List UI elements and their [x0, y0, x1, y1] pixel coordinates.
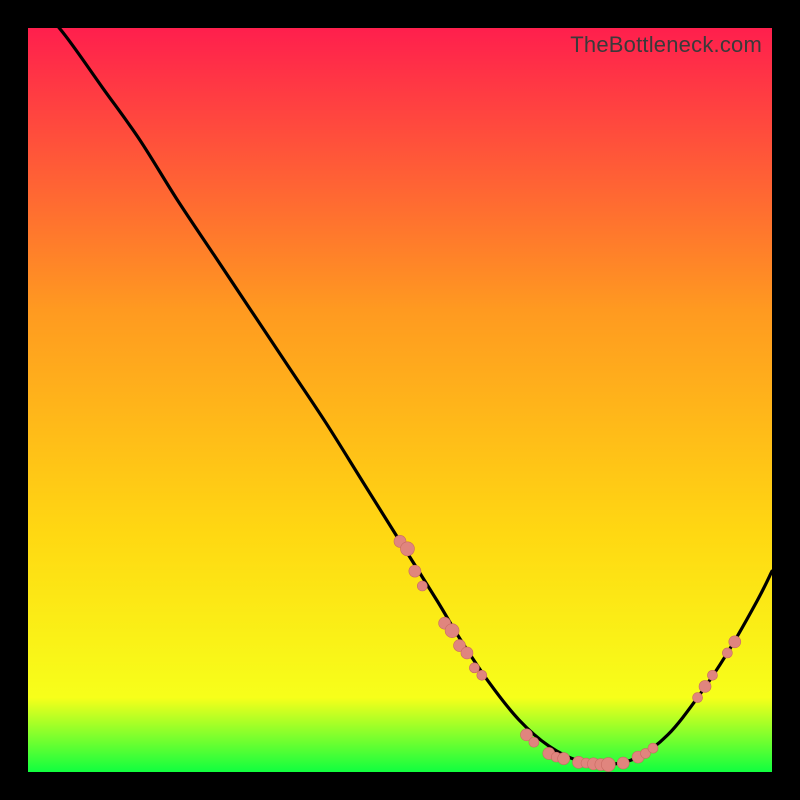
chart-outer-frame: TheBottleneck.com	[0, 0, 800, 800]
data-marker	[648, 743, 658, 753]
chart-plot-area: TheBottleneck.com	[28, 28, 772, 772]
data-marker	[529, 737, 539, 747]
data-marker	[445, 624, 459, 638]
data-marker	[469, 663, 479, 673]
data-marker	[617, 757, 629, 769]
chart-svg	[28, 28, 772, 772]
data-marker	[477, 670, 487, 680]
data-marker	[400, 542, 414, 556]
data-marker	[461, 647, 473, 659]
data-marker	[722, 648, 732, 658]
data-marker	[417, 581, 427, 591]
data-marker	[558, 753, 570, 765]
data-marker	[699, 680, 711, 692]
data-marker	[729, 636, 741, 648]
data-marker	[601, 758, 615, 772]
watermark-text: TheBottleneck.com	[570, 32, 762, 58]
data-marker	[693, 693, 703, 703]
data-marker	[707, 670, 717, 680]
data-marker	[409, 565, 421, 577]
